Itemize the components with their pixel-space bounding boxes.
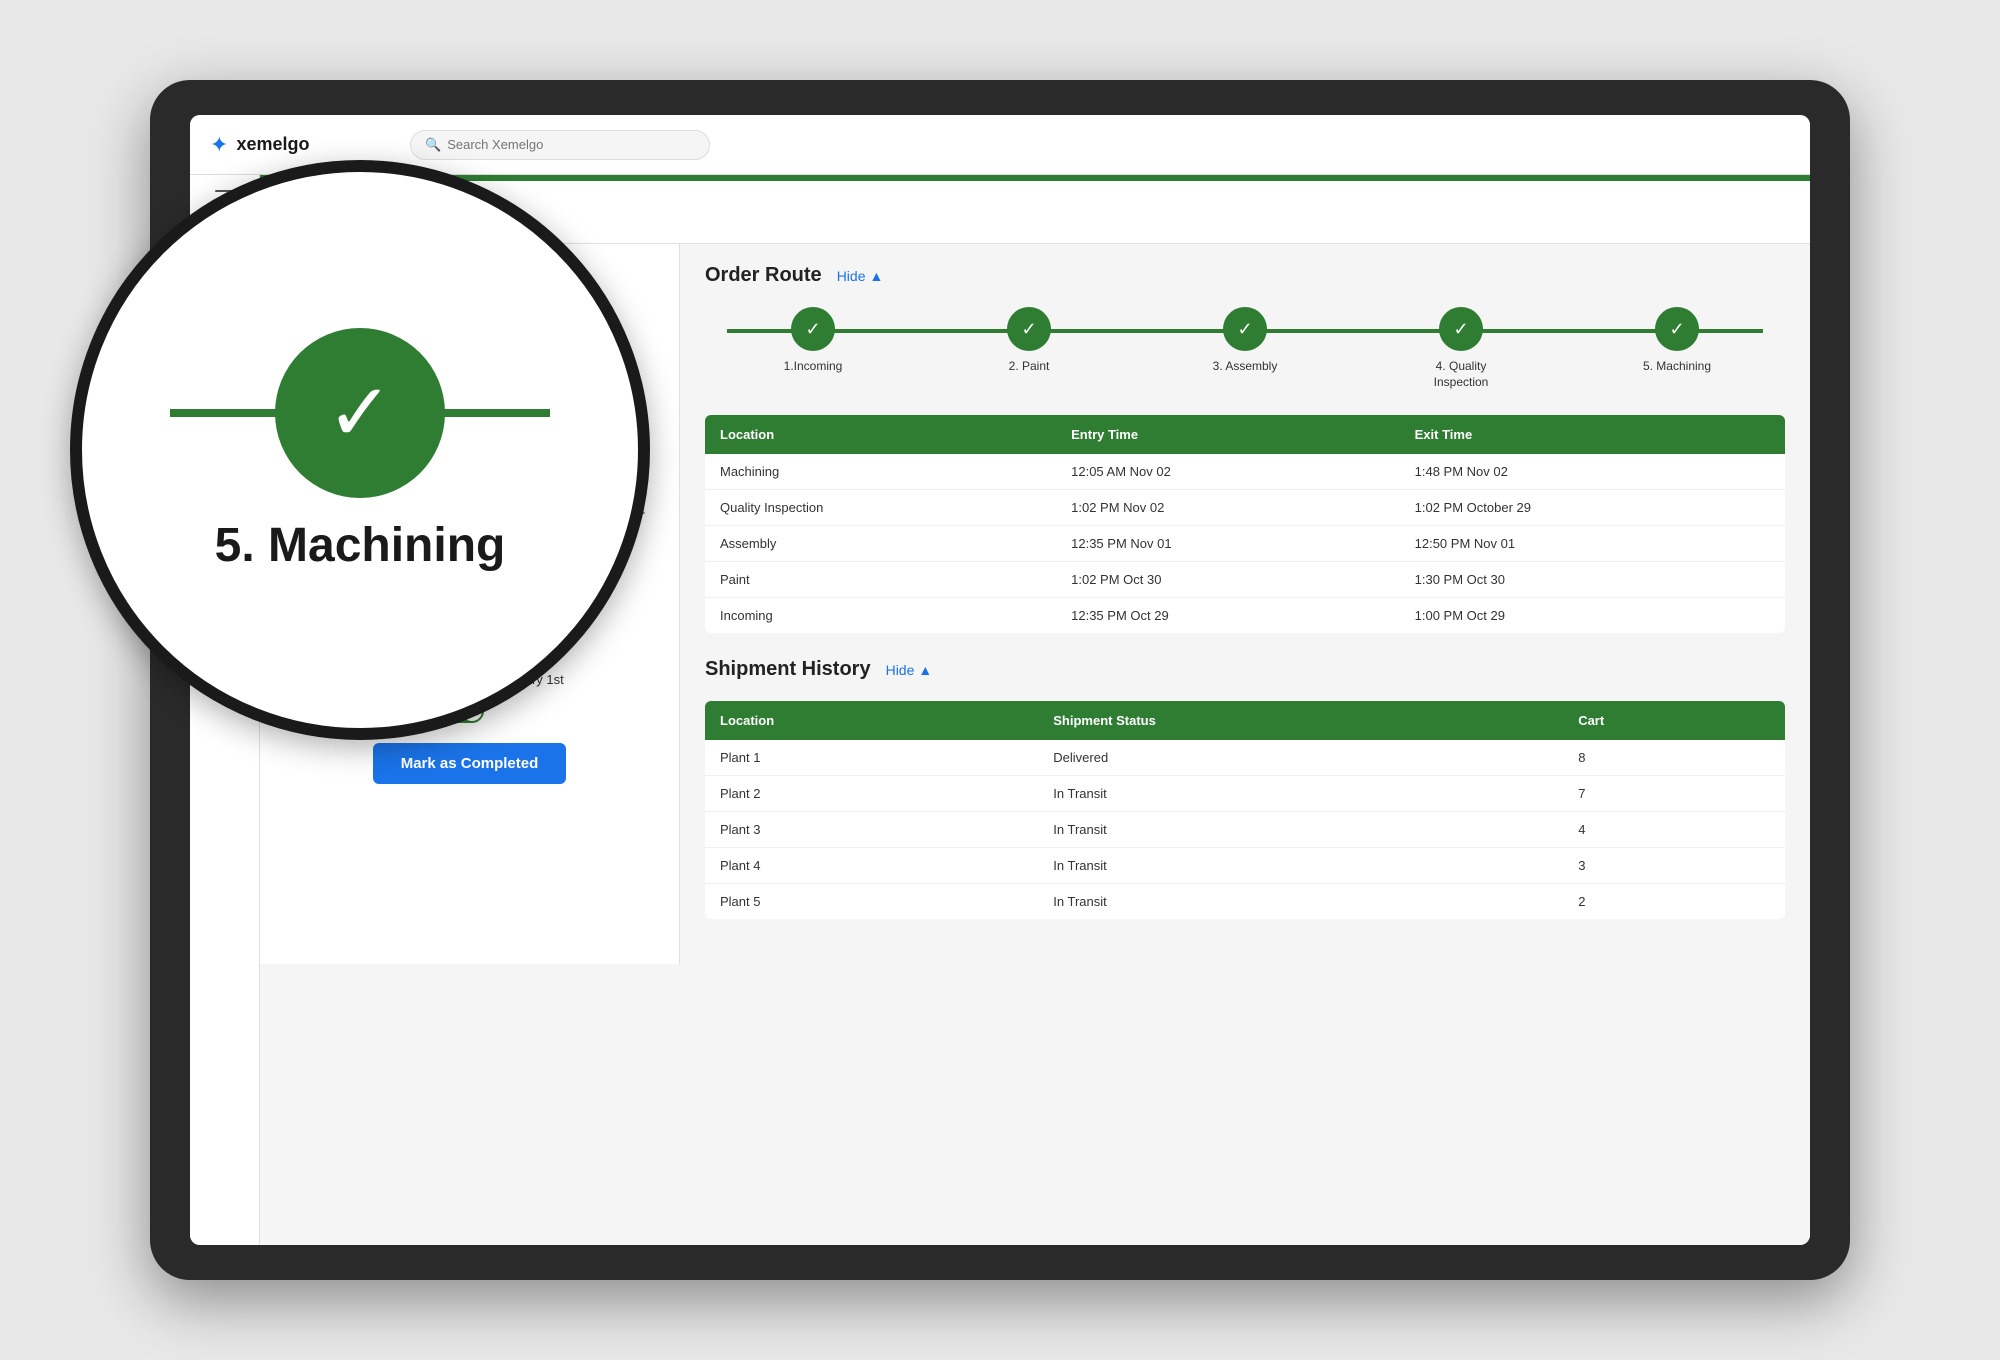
step-label-3: 3. Assembly — [1213, 359, 1278, 375]
step-circle-3: ✓ — [1223, 307, 1267, 351]
ship-cart: 8 — [1563, 740, 1785, 776]
shipment-hide[interactable]: Hide ▲ — [886, 662, 933, 678]
complete-button[interactable]: Mark as Completed — [373, 743, 567, 784]
route-entry: 12:05 AM Nov 02 — [1056, 454, 1400, 490]
mag-checkmark-circle: ✓ — [275, 328, 445, 498]
table-row: Machining 12:05 AM Nov 02 1:48 PM Nov 02 — [705, 454, 1785, 490]
step-label-2: 2. Paint — [1009, 359, 1050, 375]
table-row: Paint 1:02 PM Oct 30 1:30 PM Oct 30 — [705, 562, 1785, 598]
ship-location: Plant 5 — [705, 884, 1038, 920]
table-row: Assembly 12:35 PM Nov 01 12:50 PM Nov 01 — [705, 526, 1785, 562]
step-circle-1: ✓ — [791, 307, 835, 351]
ship-location: Plant 2 — [705, 776, 1038, 812]
route-location: Incoming — [705, 598, 1056, 634]
route-location: Paint — [705, 562, 1056, 598]
order-table-header: Location Entry Time Exit Time — [705, 415, 1785, 454]
ship-cart: 3 — [1563, 848, 1785, 884]
logo-area: ✦ xemelgo — [210, 132, 410, 158]
route-location: Machining — [705, 454, 1056, 490]
table-row: Plant 5 In Transit 2 — [705, 884, 1785, 920]
route-exit: 12:50 PM Nov 01 — [1400, 526, 1785, 562]
ship-col-status: Shipment Status — [1038, 701, 1563, 740]
shipment-history-header: Shipment History Hide ▲ — [705, 658, 1785, 681]
shipment-table-header: Location Shipment Status Cart — [705, 701, 1785, 740]
route-step-1: ✓ 1.Incoming — [705, 307, 921, 375]
table-row: Plant 1 Delivered 8 — [705, 740, 1785, 776]
ship-status: In Transit — [1038, 884, 1563, 920]
shipment-table: Location Shipment Status Cart Plant 1 De… — [705, 701, 1785, 919]
ship-cart: 2 — [1563, 884, 1785, 920]
magnifier-overlay: ✓ 5. Machining — [70, 160, 650, 740]
col-location: Location — [705, 415, 1056, 454]
route-location: Quality Inspection — [705, 490, 1056, 526]
route-step-5: ✓ 5. Machining — [1569, 307, 1785, 375]
route-exit: 1:00 PM Oct 29 — [1400, 598, 1785, 634]
table-row: Plant 2 In Transit 7 — [705, 776, 1785, 812]
ship-col-cart: Cart — [1563, 701, 1785, 740]
magnifier-content: ✓ 5. Machining — [170, 328, 550, 573]
route-step-4: ✓ 4. Quality Inspection — [1353, 307, 1569, 390]
ship-status: In Transit — [1038, 812, 1563, 848]
search-icon: 🔍 — [425, 137, 441, 153]
route-entry: 12:35 PM Nov 01 — [1056, 526, 1400, 562]
shipment-tbody: Plant 1 Delivered 8Plant 2 In Transit 7P… — [705, 740, 1785, 919]
ship-status: In Transit — [1038, 848, 1563, 884]
logo-icon: ✦ — [210, 132, 228, 158]
order-route-tbody: Machining 12:05 AM Nov 02 1:48 PM Nov 02… — [705, 454, 1785, 633]
ship-location: Plant 4 — [705, 848, 1038, 884]
table-row: Quality Inspection 1:02 PM Nov 02 1:02 P… — [705, 490, 1785, 526]
step-label-4: 4. Quality Inspection — [1426, 359, 1496, 390]
table-row: Plant 3 In Transit 4 — [705, 812, 1785, 848]
step-label-5: 5. Machining — [1643, 359, 1711, 375]
order-route-hide[interactable]: Hide ▲ — [837, 268, 884, 284]
top-bar: ✦ xemelgo 🔍 — [190, 115, 1810, 175]
step-label-1: 1.Incoming — [784, 359, 843, 375]
table-row: Incoming 12:35 PM Oct 29 1:00 PM Oct 29 — [705, 598, 1785, 634]
route-entry: 1:02 PM Oct 30 — [1056, 562, 1400, 598]
order-route-title: Order Route — [705, 264, 822, 287]
route-exit: 1:30 PM Oct 30 — [1400, 562, 1785, 598]
route-step-3: ✓ 3. Assembly — [1137, 307, 1353, 375]
mag-checkmark-icon: ✓ — [326, 373, 393, 453]
ship-location: Plant 1 — [705, 740, 1038, 776]
col-exit-time: Exit Time — [1400, 415, 1785, 454]
chevron-up-icon-2: ▲ — [918, 662, 932, 678]
route-entry: 1:02 PM Nov 02 — [1056, 490, 1400, 526]
tablet-frame: ✦ xemelgo 🔍 ⊞ 🏷 — [150, 80, 1850, 1280]
route-entry: 12:35 PM Oct 29 — [1056, 598, 1400, 634]
order-route-header: Order Route Hide ▲ — [705, 264, 1785, 287]
step-circle-2: ✓ — [1007, 307, 1051, 351]
step-circle-5: ✓ — [1655, 307, 1699, 351]
search-bar[interactable]: 🔍 — [410, 130, 710, 160]
col-entry-time: Entry Time — [1056, 415, 1400, 454]
ship-cart: 7 — [1563, 776, 1785, 812]
right-panel: Order Route Hide ▲ ✓ 1.Incoming — [680, 244, 1810, 964]
logo-text: xemelgo — [236, 134, 309, 155]
shipment-title: Shipment History — [705, 658, 871, 681]
ship-status: In Transit — [1038, 776, 1563, 812]
ship-status: Delivered — [1038, 740, 1563, 776]
order-route-table: Location Entry Time Exit Time Machining … — [705, 415, 1785, 633]
ship-location: Plant 3 — [705, 812, 1038, 848]
route-location: Assembly — [705, 526, 1056, 562]
route-exit: 1:02 PM October 29 — [1400, 490, 1785, 526]
route-step-2: ✓ 2. Paint — [921, 307, 1137, 375]
table-row: Plant 4 In Transit 3 — [705, 848, 1785, 884]
search-input[interactable] — [447, 137, 695, 152]
ship-col-location: Location — [705, 701, 1038, 740]
mag-step-label: 5. Machining — [215, 518, 506, 573]
route-exit: 1:48 PM Nov 02 — [1400, 454, 1785, 490]
chevron-up-icon: ▲ — [869, 268, 883, 284]
step-circle-4: ✓ — [1439, 307, 1483, 351]
route-steps: ✓ 1.Incoming ✓ 2. Paint ✓ 3. Assembly — [705, 307, 1785, 390]
ship-cart: 4 — [1563, 812, 1785, 848]
